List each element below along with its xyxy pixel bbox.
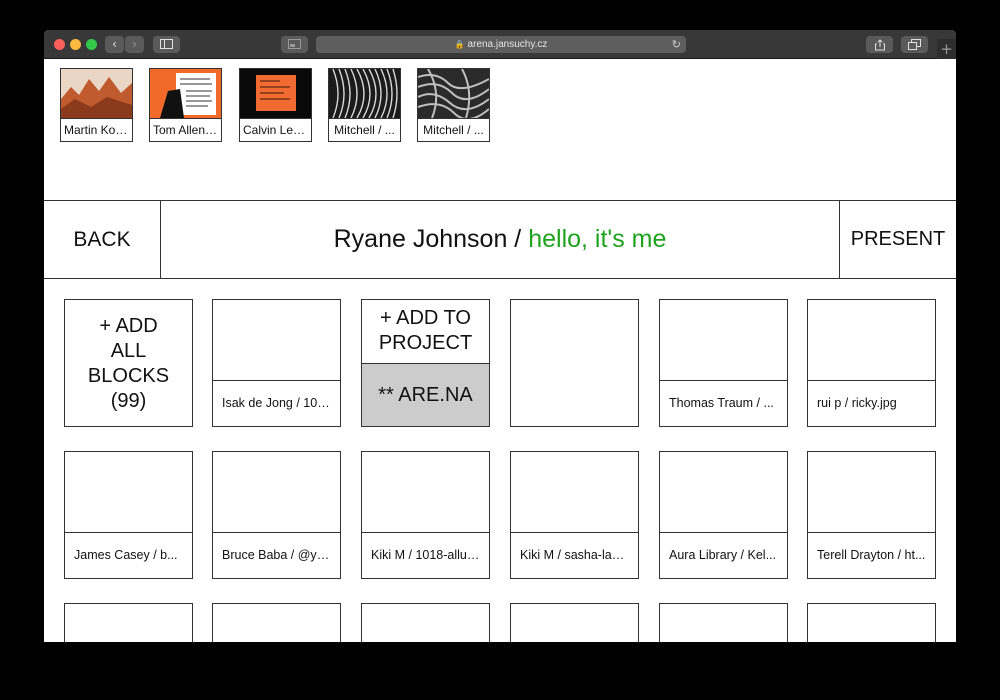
sidebar-toggle-button[interactable] (153, 36, 180, 53)
chevron-right-icon: › (132, 37, 137, 51)
thumbnail-image (150, 69, 221, 118)
thumbnail-caption: Mitchell / ... (418, 118, 489, 141)
forward-nav-button[interactable]: › (125, 36, 144, 53)
thumbnail-image (329, 69, 400, 118)
plus-icon: + (940, 40, 953, 58)
minimize-window-button[interactable] (70, 39, 81, 50)
block-card[interactable]: Aura Library / Kel... (659, 451, 788, 579)
address-bar[interactable]: 🔒 arena.jansuchy.cz ↻ (316, 36, 686, 53)
block-caption: Aura Library / Kel... (660, 532, 787, 578)
add-all-line: BLOCKS (87, 365, 170, 387)
block-caption: James Casey / b... (65, 532, 192, 578)
reload-icon[interactable]: ↻ (672, 36, 681, 53)
thumbnail-caption: Martin Kobler / ... (61, 118, 132, 141)
block-count: (99) (110, 390, 147, 412)
chevron-left-icon: ‹ (112, 37, 117, 51)
block-card[interactable] (807, 603, 936, 642)
block-caption: Terell Drayton / ht... (808, 532, 935, 578)
block-caption: Kiki M / sasha-lang.jpg (511, 532, 638, 578)
browser-toolbar: ‹ › 🔒 arena.jansuchy.cz ↻ + (44, 30, 956, 59)
reader-button[interactable] (281, 36, 308, 53)
add-to-line: PROJECT (378, 332, 473, 354)
thumbnail[interactable]: Mitchell / ... (417, 68, 490, 142)
reader-icon (288, 39, 301, 49)
block-card[interactable]: Terell Drayton / ht... (807, 451, 936, 579)
block-caption: Bruce Baba / @ye... (213, 532, 340, 578)
tab-overview-button[interactable] (901, 36, 928, 53)
block-card[interactable] (510, 603, 639, 642)
add-all-line: + ADD (99, 315, 158, 337)
url-text: arena.jansuchy.cz (467, 39, 548, 50)
block-card[interactable]: Kiki M / 1018-allusion.jpg (361, 451, 490, 579)
thumbnail[interactable]: Tom Allen / ... (149, 68, 222, 142)
block-caption: Thomas Traum / ... (660, 380, 787, 426)
add-to-line: + ADD TO (380, 307, 471, 329)
block-card[interactable]: Bruce Baba / @ye... (212, 451, 341, 579)
block-caption: Kiki M / 1018-allusion.jpg (362, 532, 489, 578)
add-to-project-panel: + ADD TO PROJECT ** ARE.NA (361, 299, 490, 427)
block-caption: Isak de Jong / 1018-allusion.jpg (213, 380, 340, 426)
block-card[interactable]: Isak de Jong / 1018-allusion.jpg (212, 299, 341, 427)
thumbnail-caption: Calvin Leung / ... (240, 118, 311, 141)
share-button[interactable] (866, 36, 893, 53)
page-title: Ryane Johnson / hello, it's me (161, 201, 839, 278)
channel-name[interactable]: hello, it's me (528, 225, 666, 253)
channel-header: BACK Ryane Johnson / hello, it's me PRES… (44, 200, 956, 279)
add-all-blocks-button[interactable]: + ADD ALL BLOCKS (99) (64, 299, 193, 427)
tabs-icon (908, 39, 921, 50)
share-icon (874, 39, 885, 51)
block-card[interactable] (659, 603, 788, 642)
thumbnail-caption: Tom Allen / ... (150, 118, 221, 141)
thumbnail-image (240, 69, 311, 118)
thumbnail[interactable]: Martin Kobler / ... (60, 68, 133, 142)
block-card[interactable] (212, 603, 341, 642)
close-window-button[interactable] (54, 39, 65, 50)
sidebar-icon (160, 39, 173, 49)
present-button[interactable]: PRESENT (839, 201, 956, 278)
new-tab-button[interactable]: + (937, 39, 956, 59)
user-name[interactable]: Ryane Johnson (334, 225, 508, 253)
thumbnail[interactable]: Calvin Leung / ... (239, 68, 312, 142)
thumbnail[interactable]: Mitchell / ... (328, 68, 401, 142)
browser-window: ‹ › 🔒 arena.jansuchy.cz ↻ + Martin Kobler… (44, 30, 956, 642)
back-nav-button[interactable]: ‹ (105, 36, 124, 53)
project-select[interactable]: ** ARE.NA (362, 363, 489, 426)
lock-icon: 🔒 (454, 40, 465, 49)
title-separator: / (507, 225, 529, 253)
add-all-line: ALL (110, 340, 147, 362)
zoom-window-button[interactable] (86, 39, 97, 50)
block-card[interactable] (361, 603, 490, 642)
block-card[interactable]: Thomas Traum / ... (659, 299, 788, 427)
thumbnail-caption: Mitchell / ... (329, 118, 400, 141)
thumbnail-image (61, 69, 132, 118)
block-card[interactable] (510, 299, 639, 427)
block-card[interactable]: James Casey / b... (64, 451, 193, 579)
block-card[interactable] (64, 603, 193, 642)
block-caption: rui p / ricky.jpg (808, 380, 935, 426)
block-card[interactable]: Kiki M / sasha-lang.jpg (510, 451, 639, 579)
add-to-project-button[interactable]: + ADD TO PROJECT (362, 300, 489, 363)
back-button[interactable]: BACK (44, 201, 161, 278)
thumbnail-image (418, 69, 489, 118)
block-card[interactable]: rui p / ricky.jpg (807, 299, 936, 427)
